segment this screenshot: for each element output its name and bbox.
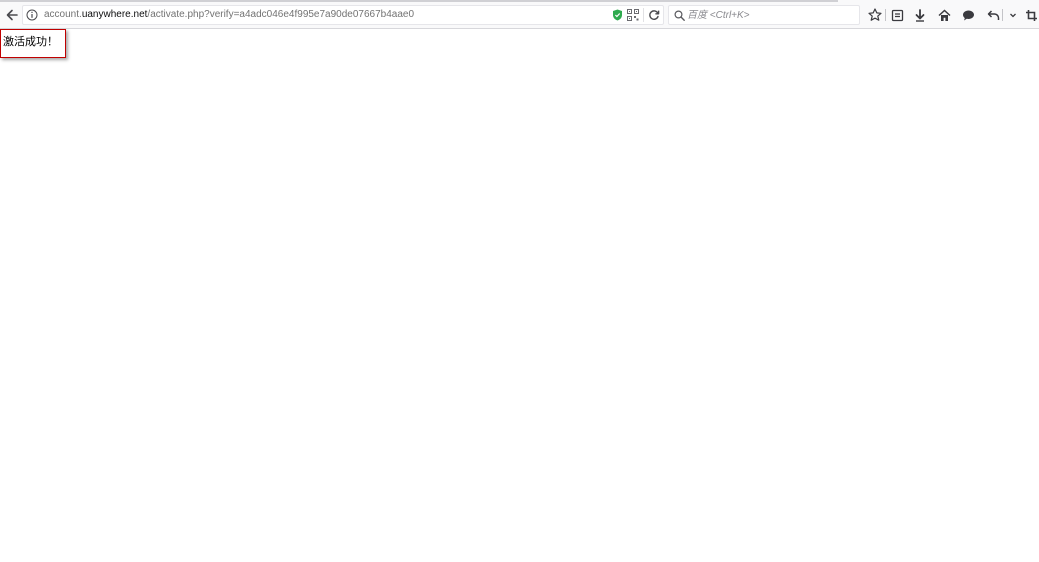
- toolbar-separator: [885, 9, 886, 21]
- url-host: uanywhere.net: [81, 9, 148, 20]
- url-text[interactable]: account.uanywhere.net/activate.php?verif…: [44, 8, 414, 22]
- back-arrow-icon[interactable]: [3, 6, 21, 24]
- info-icon[interactable]: [24, 7, 40, 23]
- crop-icon[interactable]: [1022, 6, 1039, 24]
- search-input[interactable]: [687, 7, 855, 23]
- undo-icon[interactable]: [984, 6, 1002, 24]
- shield-icon[interactable]: [610, 8, 624, 22]
- chat-icon[interactable]: [959, 6, 977, 24]
- search-bar[interactable]: [668, 5, 860, 25]
- home-icon[interactable]: [935, 6, 953, 24]
- star-icon[interactable]: [866, 6, 884, 24]
- qr-code-icon[interactable]: [626, 8, 640, 22]
- tab-strip-edge: [0, 0, 838, 2]
- reading-list-icon[interactable]: [888, 6, 906, 24]
- chevron-down-icon[interactable]: [1004, 6, 1022, 24]
- search-icon[interactable]: [672, 8, 686, 22]
- browser-toolbar: account.uanywhere.net/activate.php?verif…: [0, 0, 1039, 29]
- activation-message: 激活成功！: [3, 35, 58, 48]
- download-icon[interactable]: [911, 6, 929, 24]
- message-box: 激活成功！: [0, 29, 66, 58]
- url-path: /activate.php?verify=a4adc046e4f995e7a90…: [147, 9, 415, 20]
- reload-icon[interactable]: [646, 7, 662, 23]
- toolbar-separator: [1002, 9, 1003, 21]
- url-bar[interactable]: account.uanywhere.net/activate.php?verif…: [22, 5, 664, 25]
- url-bar-separator: [643, 8, 644, 22]
- url-prefix: account.: [44, 9, 82, 20]
